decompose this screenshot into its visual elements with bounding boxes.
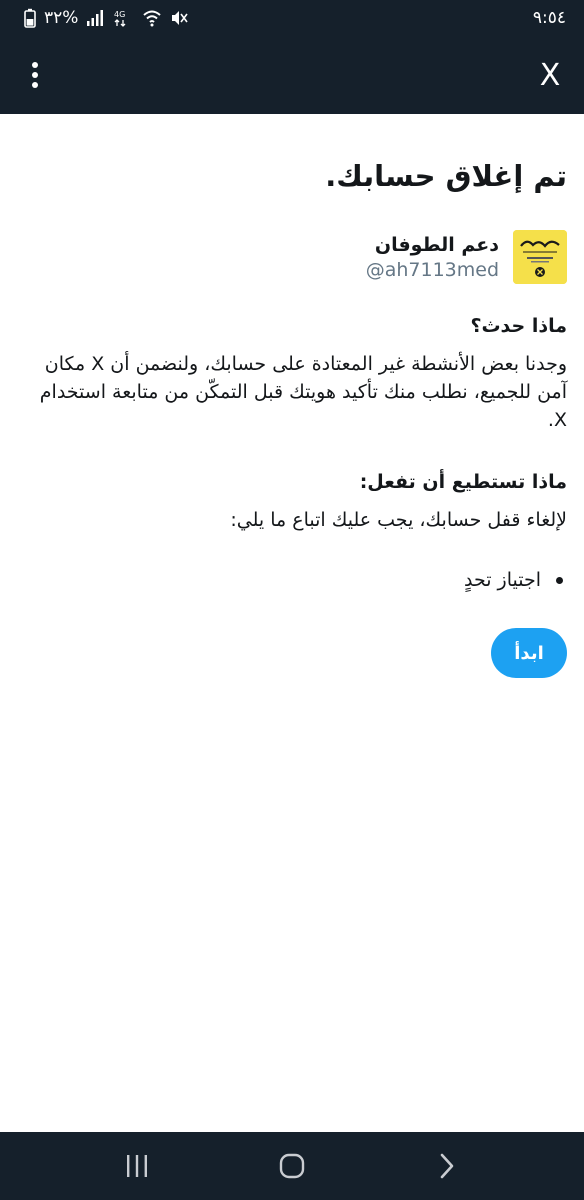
recent-apps-button[interactable] (107, 1136, 167, 1196)
account-handle: @ah7113med (365, 259, 499, 281)
mute-icon (170, 9, 189, 27)
app-bar: X (0, 36, 584, 114)
start-button[interactable]: ابدأ (491, 628, 567, 678)
status-icons: ٣٢% 4G (24, 8, 189, 28)
recent-apps-icon (127, 1155, 148, 1177)
account-name: دعم الطوفان (374, 234, 499, 256)
back-icon (440, 1153, 453, 1179)
step-label: اجتياز تحدٍ (463, 569, 541, 591)
battery-percent: ٣٢% (44, 8, 79, 28)
more-options-button[interactable] (20, 55, 50, 95)
what-to-do-heading: ماذا تستطيع أن تفعل: (359, 471, 567, 493)
status-bar: ٣٢% 4G ٩:٥٤ (0, 0, 584, 36)
system-nav-bar (0, 1132, 584, 1200)
main-content: تم إغلاق حسابك. دعم الطوفان @ah7113med م… (0, 114, 584, 678)
account-card: دعم الطوفان @ah7113med (22, 230, 567, 284)
battery-icon (24, 8, 36, 28)
list-item: اجتياز تحدٍ (22, 566, 563, 594)
steps-list: اجتياز تحدٍ (22, 566, 567, 594)
home-icon (279, 1153, 305, 1179)
status-time: ٩:٥٤ (532, 8, 566, 28)
data-icon: 4G (114, 9, 134, 27)
avatar (513, 230, 567, 284)
svg-text:4G: 4G (114, 10, 125, 19)
close-button[interactable]: X (530, 55, 570, 95)
more-vertical-icon (32, 62, 38, 88)
back-button[interactable] (417, 1136, 477, 1196)
what-happened-text: وجدنا بعض الأنشطة غير المعتادة على حسابك… (39, 353, 567, 431)
wifi-icon (142, 9, 162, 27)
what-to-do-text: لإلغاء قفل حسابك، يجب عليك اتباع ما يلي: (230, 509, 567, 531)
page-title: تم إغلاق حسابك. (325, 159, 567, 193)
signal-icon (86, 9, 106, 27)
what-happened-heading: ماذا حدث؟ (470, 315, 567, 337)
home-button[interactable] (262, 1136, 322, 1196)
bullet-icon (556, 577, 563, 584)
